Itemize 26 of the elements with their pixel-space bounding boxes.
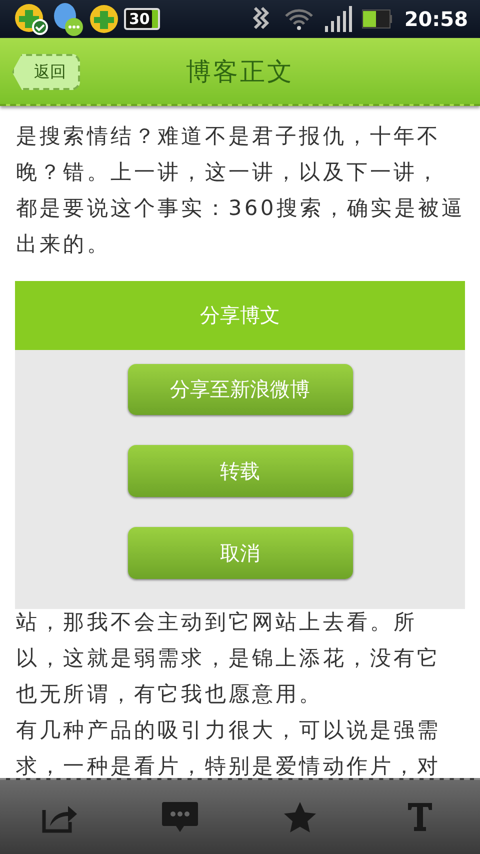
clock-time: 20:58 bbox=[404, 7, 468, 31]
wifi-icon bbox=[284, 7, 314, 31]
article-text-line: 求，一种是看片，特别是爱情动作片，对 bbox=[16, 753, 442, 778]
dialog-button[interactable]: 分享至新浪微博 bbox=[128, 364, 352, 416]
article-text-line: 有几种产品的吸引力很大，可以说是强需 bbox=[16, 717, 442, 744]
chat-person-icon bbox=[52, 2, 84, 36]
plus-check-icon bbox=[14, 3, 48, 35]
dialog-button[interactable]: 转载 bbox=[128, 445, 352, 498]
article-text-line: 晚？错。上一讲，这一讲，以及下一讲， bbox=[16, 159, 442, 186]
back-button[interactable]: 返回 bbox=[12, 54, 80, 90]
article-text-line: 站，那我不会主动到它网站上去看。所 bbox=[16, 609, 418, 636]
battery-icon bbox=[362, 9, 392, 29]
page-title: 博客正文 bbox=[186, 56, 294, 88]
article-text-line: 也无所谓，有它我也愿意用。 bbox=[16, 681, 324, 708]
signal-icon bbox=[324, 6, 352, 32]
dialog-title: 分享博文 bbox=[15, 281, 465, 350]
star-icon bbox=[283, 801, 317, 833]
chat-bubble-icon bbox=[161, 800, 199, 834]
dialog-button[interactable]: 取消 bbox=[128, 527, 352, 579]
article-text-line: 都是要说这个事实：360搜索，确实是被逼 bbox=[16, 195, 466, 222]
calendar-badge: 30 bbox=[124, 8, 160, 30]
article-text-line: 出来的。 bbox=[16, 231, 112, 258]
plus-icon bbox=[88, 3, 120, 35]
article-text-line: 以，这就是弱需求，是锦上添花，没有它 bbox=[16, 645, 442, 672]
article-text-line: 是搜索情结？难道不是君子报仇，十年不 bbox=[16, 123, 442, 150]
letter-t-icon bbox=[407, 802, 433, 832]
